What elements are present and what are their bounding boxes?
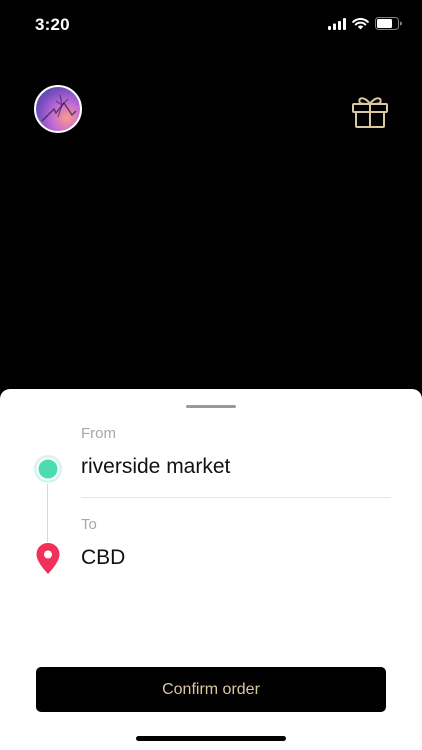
sheet-drag-handle[interactable] bbox=[186, 405, 236, 408]
divider bbox=[81, 497, 391, 498]
status-time: 3:20 bbox=[35, 15, 70, 34]
destination-field[interactable]: CBD bbox=[81, 546, 125, 570]
avatar[interactable] bbox=[34, 85, 82, 133]
origin-field[interactable]: riverside market bbox=[81, 455, 230, 479]
gift-icon[interactable] bbox=[350, 93, 390, 129]
to-label: To bbox=[81, 516, 97, 533]
wifi-icon bbox=[352, 17, 369, 29]
route-sheet: From riverside market To CBD Confirm ord… bbox=[0, 389, 422, 750]
battery-icon bbox=[375, 17, 402, 30]
home-indicator bbox=[136, 736, 286, 741]
status-icons bbox=[328, 17, 402, 30]
confirm-order-button[interactable]: Confirm order bbox=[36, 667, 386, 712]
signal-icon bbox=[328, 17, 346, 30]
avatar-image bbox=[41, 94, 77, 122]
from-label: From bbox=[81, 425, 116, 442]
location-pin-icon bbox=[36, 543, 60, 574]
origin-dot-icon bbox=[34, 455, 62, 483]
status-bar: 3:20 bbox=[0, 0, 422, 50]
route-connector-line bbox=[47, 484, 48, 542]
